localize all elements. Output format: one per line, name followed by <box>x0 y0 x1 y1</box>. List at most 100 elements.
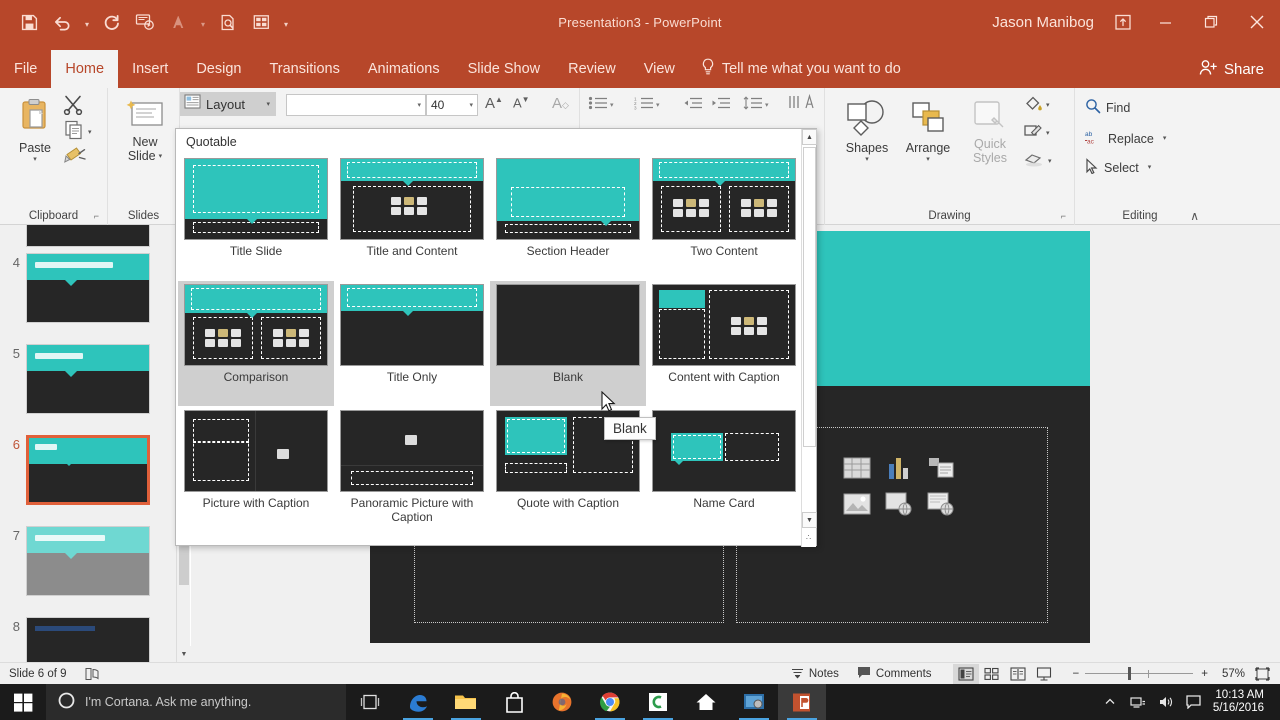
slide-thumbnail-image-5[interactable] <box>26 344 150 414</box>
font-name-dropdown-icon[interactable]: ▾ <box>417 101 421 109</box>
insert-video-icon[interactable] <box>924 489 958 519</box>
arrange-dropdown-icon[interactable]: ▾ <box>926 155 930 164</box>
shape-fill-button[interactable]: ▾ <box>1023 94 1050 117</box>
redo-icon[interactable] <box>97 7 127 37</box>
camtasia-icon[interactable] <box>634 684 682 720</box>
tab-animations[interactable]: Animations <box>354 50 454 88</box>
slide-sorter-view-button[interactable] <box>979 664 1005 684</box>
shape-outline-dropdown-icon[interactable]: ▾ <box>1046 129 1050 138</box>
paste-button[interactable]: Paste ▾ <box>6 92 64 164</box>
task-view-button[interactable] <box>346 684 394 720</box>
notes-button[interactable]: Notes <box>782 663 848 685</box>
clear-formatting-button[interactable]: A◇ <box>552 95 569 112</box>
tab-design[interactable]: Design <box>182 50 255 88</box>
taskbar-clock[interactable]: 10:13 AM 5/16/2016 <box>1209 689 1274 715</box>
tab-slide-show[interactable]: Slide Show <box>454 50 555 88</box>
gallery-scroll-down-icon[interactable]: ▼ <box>802 512 817 528</box>
zoom-percentage[interactable]: 57% <box>1216 663 1251 685</box>
restore-button[interactable] <box>1188 0 1234 44</box>
text-format-icon[interactable] <box>163 7 193 37</box>
numbering-dropdown-icon[interactable]: ▾ <box>656 101 660 110</box>
slide-sorter-icon[interactable] <box>246 7 276 37</box>
bullets-dropdown-icon[interactable]: ▾ <box>610 101 614 110</box>
gallery-scroll-thumb[interactable] <box>803 147 816 447</box>
fit-slide-to-window-button[interactable] <box>1251 663 1280 685</box>
insert-online-picture-icon[interactable] <box>882 489 916 519</box>
tab-review[interactable]: Review <box>554 50 630 88</box>
print-preview-icon[interactable] <box>213 7 243 37</box>
slide-thumbnail-pane[interactable]: 3 4 5 6 7 <box>0 225 176 662</box>
select-dropdown-icon[interactable]: ▾ <box>1144 163 1152 172</box>
shapes-dropdown-icon[interactable]: ▾ <box>865 155 869 164</box>
format-painter-button[interactable] <box>64 145 88 170</box>
start-from-beginning-icon[interactable] <box>130 7 160 37</box>
line-spacing-button[interactable]: ▾ <box>743 96 769 115</box>
layout-item-picture-with-caption[interactable]: Picture with Caption <box>178 407 334 532</box>
layout-item-section-header[interactable]: Section Header <box>490 155 646 280</box>
cut-button[interactable] <box>62 95 84 120</box>
layout-item-title-and-content[interactable]: Title and Content <box>334 155 490 280</box>
layout-gallery-dropdown[interactable]: Quotable Title Slide Title and Content S… <box>175 128 817 547</box>
home-icon[interactable] <box>682 684 730 720</box>
slide-thumbnail-image-3[interactable] <box>26 225 150 247</box>
shape-fill-dropdown-icon[interactable]: ▾ <box>1046 101 1050 110</box>
zoom-in-button[interactable]: + <box>1193 663 1216 685</box>
layout-item-panoramic-picture[interactable]: Panoramic Picture with Caption <box>334 407 490 532</box>
layout-gallery-scrollbar[interactable]: ▲ ▼ ∴ <box>801 129 817 547</box>
layout-dropdown-icon[interactable]: ▾ <box>266 100 276 109</box>
save-icon[interactable] <box>14 7 44 37</box>
minimize-button[interactable] <box>1142 0 1188 44</box>
zoom-out-button[interactable]: − <box>1067 663 1086 685</box>
paste-dropdown-icon[interactable]: ▾ <box>33 155 37 164</box>
insert-picture-icon[interactable] <box>840 489 874 519</box>
zoom-slider-handle[interactable] <box>1128 667 1132 680</box>
share-button[interactable]: Share <box>1183 50 1280 88</box>
store-icon[interactable] <box>490 684 538 720</box>
action-center-icon[interactable] <box>1181 684 1207 720</box>
layout-button[interactable]: Layout ▾ <box>180 92 276 116</box>
text-format-dropdown-icon[interactable]: ▾ <box>196 8 210 36</box>
network-icon[interactable] <box>1125 684 1151 720</box>
collapse-ribbon-button[interactable]: ∧ <box>1190 209 1199 223</box>
start-button[interactable] <box>0 684 46 720</box>
firefox-icon[interactable] <box>538 684 586 720</box>
ribbon-display-options-icon[interactable] <box>1104 0 1142 44</box>
user-account-name[interactable]: Jason Manibog <box>992 14 1104 31</box>
tab-file[interactable]: File <box>0 50 51 88</box>
find-button[interactable]: Find <box>1085 98 1130 117</box>
accessibility-icon[interactable] <box>76 663 108 685</box>
layout-item-content-with-caption[interactable]: Content with Caption <box>646 281 802 406</box>
decrease-indent-button[interactable] <box>683 96 703 115</box>
text-direction-button[interactable] <box>788 93 814 117</box>
increase-indent-button[interactable] <box>711 96 731 115</box>
slide-pane-scroll-down-icon[interactable]: ▼ <box>177 646 191 662</box>
comments-button[interactable]: Comments <box>848 663 941 685</box>
layout-item-name-card[interactable]: Name Card <box>646 407 802 532</box>
arrange-button[interactable]: Arrange ▾ <box>897 92 959 164</box>
file-explorer-icon[interactable] <box>442 684 490 720</box>
layout-item-two-content[interactable]: Two Content <box>646 155 802 280</box>
copy-dropdown-icon[interactable]: ▾ <box>84 128 92 137</box>
slide-thumbnail-7[interactable]: 7 <box>0 526 176 596</box>
select-button[interactable]: Select ▾ <box>1085 158 1151 177</box>
clipboard-dialog-launcher[interactable]: ⌐ <box>94 211 99 221</box>
edge-icon[interactable] <box>394 684 442 720</box>
shape-effects-dropdown-icon[interactable]: ▾ <box>1048 157 1052 166</box>
numbering-button[interactable]: 123 ▾ <box>634 96 660 115</box>
new-slide-dropdown-icon[interactable]: ▾ <box>159 152 163 161</box>
shapes-button[interactable]: Shapes ▾ <box>837 92 897 164</box>
layout-item-blank[interactable]: Blank <box>490 281 646 406</box>
layout-item-title-slide[interactable]: Title Slide <box>178 155 334 280</box>
tab-home[interactable]: Home <box>51 50 119 88</box>
new-slide-button[interactable]: New Slide ▾ <box>116 92 174 163</box>
layout-item-comparison[interactable]: Comparison <box>178 281 334 406</box>
slide-thumbnail-image-8[interactable] <box>26 617 150 662</box>
tell-me-search[interactable]: Tell me what you want to do <box>689 50 901 88</box>
insert-smartart-icon[interactable] <box>924 453 958 483</box>
customize-quick-access-toolbar-icon[interactable]: ▾ <box>279 8 293 36</box>
slide-counter[interactable]: Slide 6 of 9 <box>0 663 76 685</box>
tab-view[interactable]: View <box>630 50 689 88</box>
copy-button[interactable]: ▾ <box>64 120 92 145</box>
line-spacing-dropdown-icon[interactable]: ▾ <box>765 101 769 110</box>
screen-recorder-icon[interactable] <box>730 684 778 720</box>
